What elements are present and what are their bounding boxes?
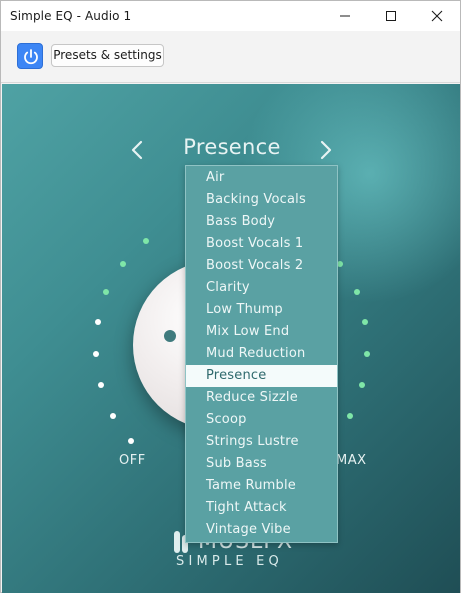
- preset-option[interactable]: Boost Vocals 1: [186, 233, 337, 255]
- knob-tick: [128, 438, 134, 444]
- preset-option[interactable]: Mud Reduction: [186, 343, 337, 365]
- knob-max-label: MAX: [336, 453, 367, 468]
- preset-option[interactable]: Mix Low End: [186, 321, 337, 343]
- toolbar: Presets & settings: [1, 31, 460, 83]
- knob-min-label: OFF: [119, 453, 146, 468]
- knob-tick: [347, 413, 353, 419]
- knob-tick: [143, 238, 149, 244]
- knob-tick: [110, 413, 116, 419]
- preset-option[interactable]: Clarity: [186, 277, 337, 299]
- product-name: SIMPLE EQ: [176, 554, 283, 569]
- app-window: Simple EQ - Audio 1 Presets & settings P…: [0, 0, 461, 593]
- title-bar: Simple EQ - Audio 1: [1, 1, 460, 31]
- preset-option[interactable]: Bass Body: [186, 211, 337, 233]
- preset-option[interactable]: Tight Attack: [186, 497, 337, 519]
- knob-tick: [98, 382, 104, 388]
- close-icon: [431, 10, 443, 22]
- preset-option[interactable]: Sub Bass: [186, 453, 337, 475]
- knob-tick: [362, 319, 368, 325]
- maximize-icon: [386, 11, 396, 21]
- power-icon: [24, 49, 38, 65]
- knob-tick: [95, 319, 101, 325]
- preset-option[interactable]: Vintage Vibe: [186, 519, 337, 541]
- knob-indicator: [164, 330, 176, 342]
- window-title: Simple EQ - Audio 1: [10, 9, 132, 23]
- maximize-button[interactable]: [368, 1, 414, 31]
- preset-option[interactable]: Boost Vocals 2: [186, 255, 337, 277]
- knob-tick: [103, 289, 109, 295]
- knob-tick: [364, 351, 370, 357]
- preset-option[interactable]: Strings Lustre: [186, 431, 337, 453]
- preset-option[interactable]: Low Thump: [186, 299, 337, 321]
- preset-option[interactable]: Reduce Sizzle: [186, 387, 337, 409]
- preset-option[interactable]: Tame Rumble: [186, 475, 337, 497]
- knob-tick: [120, 261, 126, 267]
- preset-option[interactable]: Presence: [186, 365, 337, 387]
- presets-settings-button[interactable]: Presets & settings: [51, 44, 164, 67]
- minimize-icon: [340, 15, 350, 17]
- knob-tick: [354, 289, 360, 295]
- knob-tick: [93, 351, 99, 357]
- preset-option[interactable]: Air: [186, 167, 337, 189]
- knob-tick: [359, 382, 365, 388]
- power-button[interactable]: [17, 43, 43, 69]
- minimize-button[interactable]: [322, 1, 368, 31]
- preset-option[interactable]: Backing Vocals: [186, 189, 337, 211]
- preset-option[interactable]: Scoop: [186, 409, 337, 431]
- close-button[interactable]: [414, 1, 460, 31]
- preset-dropdown[interactable]: Air Backing Vocals Bass Body Boost Vocals 1…: [185, 165, 338, 543]
